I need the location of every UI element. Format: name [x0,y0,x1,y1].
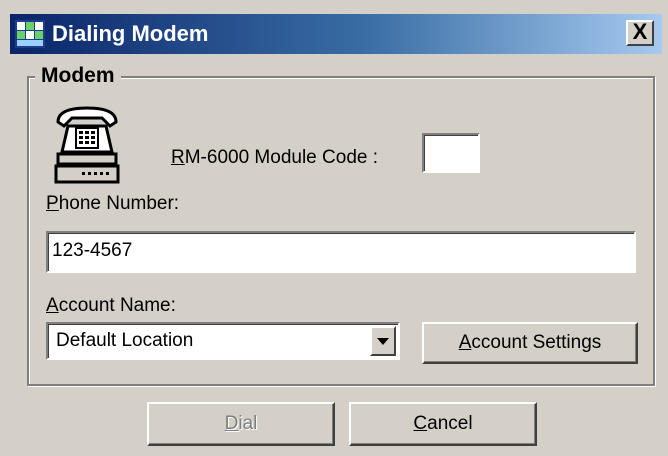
module-code-input[interactable] [422,133,480,173]
account-name-selected: Default Location [56,330,194,351]
telephone-icon [54,106,120,184]
cancel-label: Cancel [413,413,473,434]
phone-number-input[interactable]: 123-4567 [46,231,636,273]
account-name-select[interactable]: Default Location [46,322,400,360]
cancel-button[interactable]: Cancel [349,402,537,446]
phone-number-value: 123-4567 [52,240,133,261]
close-button[interactable]: X [626,20,654,46]
phone-number-label: Phone Number: [46,193,180,214]
module-code-label: RM-6000 Module Code : [171,147,379,168]
chevron-down-icon[interactable] [370,326,396,356]
close-icon: X [632,19,648,44]
account-name-label: Account Name: [46,295,176,316]
account-settings-button[interactable]: Account Settings [422,322,638,364]
dial-label: Dial [224,413,258,434]
title-bar[interactable]: Dialing Modem X [10,14,662,54]
dialing-modem-dialog: Dialing Modem X Modem RM-6000 Module Cod… [0,0,668,456]
modem-app-icon [15,20,45,48]
modem-group-legend: Modem [35,63,121,89]
window-title: Dialing Modem [52,21,209,46]
dial-button[interactable]: Dial [147,402,335,446]
account-settings-label: Account Settings [458,332,602,353]
